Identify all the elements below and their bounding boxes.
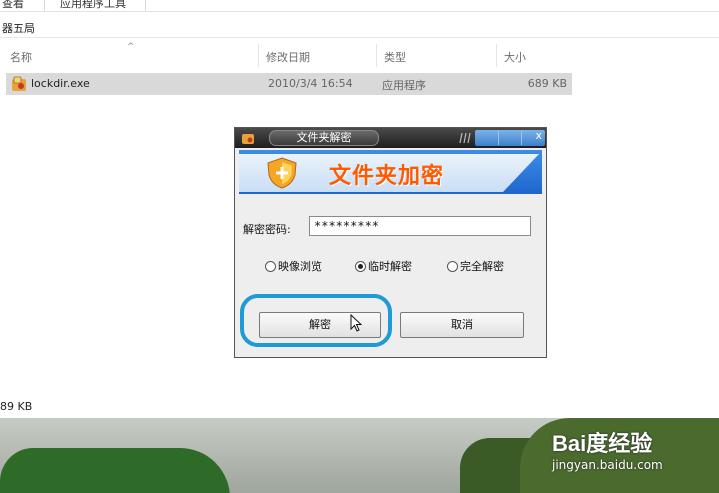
file-row[interactable]: lockdir.exe 2010/3/4 16:54 应用程序 689 KB (6, 73, 572, 95)
shield-icon (267, 157, 297, 189)
column-header-type[interactable]: 类型 (384, 49, 406, 65)
file-type: 应用程序 (382, 79, 426, 92)
banner-title: 文件夹加密 (329, 164, 445, 189)
column-header-size[interactable]: 大小 (504, 49, 526, 65)
radio-image-browse[interactable]: 映像浏览 (265, 258, 322, 274)
file-size: 689 KB (527, 77, 567, 90)
password-label: 解密密码: (243, 223, 291, 236)
radio-label: 映像浏览 (278, 260, 322, 273)
dialog-banner: 文件夹加密 (239, 150, 542, 194)
column-header-modified[interactable]: 修改日期 (266, 49, 310, 65)
breadcrumb[interactable]: 器五局 (2, 20, 35, 36)
file-name: lockdir.exe (31, 77, 90, 90)
ribbon-tab-app-tools[interactable]: 应用程序工具 (60, 0, 126, 11)
ribbon-separator (44, 0, 45, 11)
baidu-watermark: Bai度经验 jingyan.baidu.com (552, 426, 663, 472)
sort-up-icon: ^ (127, 42, 135, 52)
status-bar-size: 89 KB (0, 400, 33, 413)
ribbon-tabs: 查看 应用程序工具 (0, 0, 719, 12)
dialog-titlebar[interactable]: 文件夹解密 x (235, 128, 546, 148)
file-modified: 2010/3/4 16:54 (268, 77, 353, 90)
radio-temp-decrypt[interactable]: 临时解密 (355, 258, 412, 274)
password-input[interactable]: ********* (309, 216, 531, 236)
grip-icon (459, 132, 471, 144)
ribbon-tab-view[interactable]: 查看 (2, 0, 24, 11)
radio-full-decrypt[interactable]: 完全解密 (447, 258, 504, 274)
column-separator[interactable] (376, 44, 377, 67)
lock-app-icon (12, 76, 26, 91)
radio-label: 完全解密 (460, 260, 504, 273)
column-header-name[interactable]: 名称 (10, 49, 32, 65)
window-controls[interactable]: x (475, 129, 545, 146)
control-divider (498, 131, 499, 145)
watermark-url: jingyan.baidu.com (552, 458, 663, 472)
dialog-title: 文件夹解密 (269, 130, 379, 146)
close-icon[interactable]: x (535, 129, 542, 142)
divider (0, 37, 719, 38)
highlight-annotation (240, 294, 392, 347)
baidu-logo: Bai度经验 (552, 431, 653, 456)
mouse-cursor-icon (350, 314, 362, 332)
column-separator[interactable] (258, 44, 259, 67)
radio-label: 临时解密 (368, 260, 412, 273)
lock-app-icon (242, 134, 254, 144)
radio-button-icon[interactable] (447, 261, 458, 272)
wallpaper-foliage (0, 448, 230, 493)
column-separator[interactable] (496, 44, 497, 67)
radio-button-checked-icon[interactable] (355, 261, 366, 272)
control-divider (521, 131, 522, 145)
ribbon-separator (145, 0, 146, 11)
cancel-button[interactable]: 取消 (400, 312, 524, 338)
radio-button-icon[interactable] (265, 261, 276, 272)
